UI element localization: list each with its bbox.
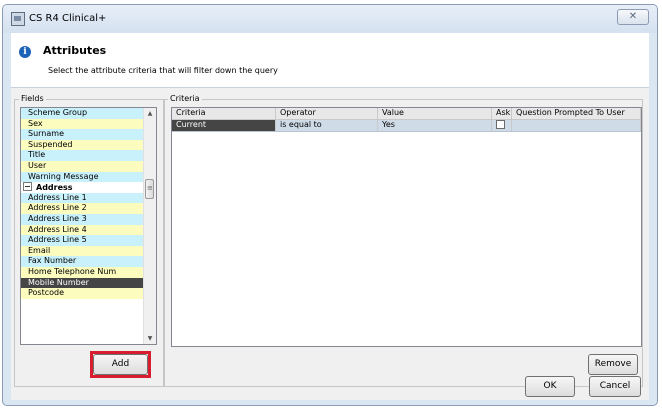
column-header-ask[interactable]: Ask — [492, 108, 512, 119]
fields-groupbox: Fields Scheme Group Sex Surname Suspended Ti… — [14, 94, 165, 387]
remove-button[interactable]: Remove — [588, 354, 638, 375]
page-subtitle: Select the attribute criteria that will … — [48, 66, 278, 75]
fields-list[interactable]: Scheme Group Sex Surname Suspended Title User… — [20, 107, 157, 345]
list-item[interactable]: Title — [21, 150, 143, 161]
column-header-value[interactable]: Value — [378, 108, 492, 119]
list-item[interactable]: Address Line 2 — [21, 203, 143, 214]
collapse-icon[interactable] — [23, 182, 32, 192]
fields-scrollbar[interactable]: ▲ ▼ — [143, 108, 156, 344]
list-item-label: User — [28, 160, 47, 170]
operator-cell[interactable]: is equal to — [276, 120, 378, 131]
question-cell[interactable] — [512, 120, 641, 131]
list-item[interactable]: Home Telephone Num — [21, 266, 143, 278]
list-item[interactable]: Address Line 1 — [21, 192, 143, 204]
column-header-criteria[interactable]: Criteria — [172, 108, 276, 119]
scroll-up-arrow-icon[interactable]: ▲ — [144, 110, 156, 117]
ask-cell[interactable] — [492, 120, 512, 131]
list-item[interactable]: Sex — [21, 118, 143, 130]
value-cell[interactable]: Yes — [378, 120, 492, 131]
close-button[interactable]: ✕ — [617, 9, 649, 25]
list-item-label: Sex — [28, 118, 43, 128]
add-button[interactable]: Add — [93, 354, 148, 375]
list-item-label: Address — [36, 183, 73, 193]
list-item[interactable]: Email — [21, 245, 143, 257]
list-item-label: Postcode — [28, 288, 65, 298]
table-row[interactable]: Current is equal to Yes — [172, 120, 641, 132]
list-group-header[interactable]: Address — [21, 182, 138, 193]
list-item-label: Suspended — [28, 139, 73, 149]
list-item-label: Address Line 5 — [28, 235, 87, 245]
list-item[interactable]: Mobile Number — [21, 277, 143, 289]
list-item-label: Address Line 1 — [28, 192, 87, 202]
dialog-content: Fields Scheme Group Sex Surname Suspended Ti… — [11, 88, 649, 400]
list-item-label: Warning Message — [28, 171, 99, 181]
page-title: Attributes — [43, 44, 107, 57]
ok-button[interactable]: OK — [525, 376, 575, 397]
criteria-grid[interactable]: Criteria Operator Value Ask Question Pro… — [171, 107, 642, 347]
criteria-label: Criteria — [168, 94, 202, 104]
scroll-thumb[interactable] — [145, 179, 154, 199]
list-item-label: Title — [28, 150, 46, 160]
list-item-label: Home Telephone Num — [28, 266, 117, 276]
dialog-window: CS R4 Clinical+ ✕ i Attributes Select th… — [2, 4, 658, 406]
title-bar: CS R4 Clinical+ ✕ — [3, 5, 657, 33]
field-items: Scheme Group Sex Surname Suspended Title User… — [21, 108, 156, 299]
list-item-label: Address Line 3 — [28, 213, 87, 223]
list-item-label: Scheme Group — [28, 108, 88, 117]
window-title: CS R4 Clinical+ — [29, 13, 107, 24]
criteria-groupbox: Criteria Criteria Operator Value Ask Que… — [163, 94, 643, 387]
info-icon: i — [19, 46, 31, 58]
list-item[interactable]: Fax Number — [21, 256, 143, 267]
list-item-label: Surname — [28, 129, 64, 139]
list-item[interactable]: User — [21, 160, 143, 172]
list-item-label: Address Line 2 — [28, 203, 87, 213]
list-item[interactable]: Address Line 5 — [21, 235, 143, 246]
list-item[interactable]: Address Line 3 — [21, 213, 143, 225]
fields-label: Fields — [19, 94, 46, 104]
list-item[interactable]: Address Line 4 — [21, 224, 143, 236]
list-item[interactable]: Postcode — [21, 288, 143, 299]
list-item-label: Mobile Number — [28, 277, 89, 287]
dialog-header: i Attributes Select the attribute criter… — [11, 33, 649, 88]
criteria-cell[interactable]: Current — [172, 120, 276, 131]
list-item[interactable]: Warning Message — [21, 171, 143, 183]
app-icon — [11, 12, 25, 26]
list-item-label: Email — [28, 245, 51, 255]
grid-header: Criteria Operator Value Ask Question Pro… — [172, 108, 641, 120]
list-item[interactable]: Surname — [21, 129, 143, 140]
ask-checkbox[interactable] — [496, 120, 505, 129]
list-item[interactable]: Suspended — [21, 139, 143, 151]
list-item-label: Address Line 4 — [28, 224, 87, 234]
cancel-button[interactable]: Cancel — [589, 376, 641, 397]
scroll-down-arrow-icon[interactable]: ▼ — [144, 335, 156, 342]
list-item[interactable]: Scheme Group — [21, 108, 143, 119]
column-header-question[interactable]: Question Prompted To User — [512, 108, 641, 119]
column-header-operator[interactable]: Operator — [276, 108, 378, 119]
list-item-label: Fax Number — [28, 256, 77, 266]
